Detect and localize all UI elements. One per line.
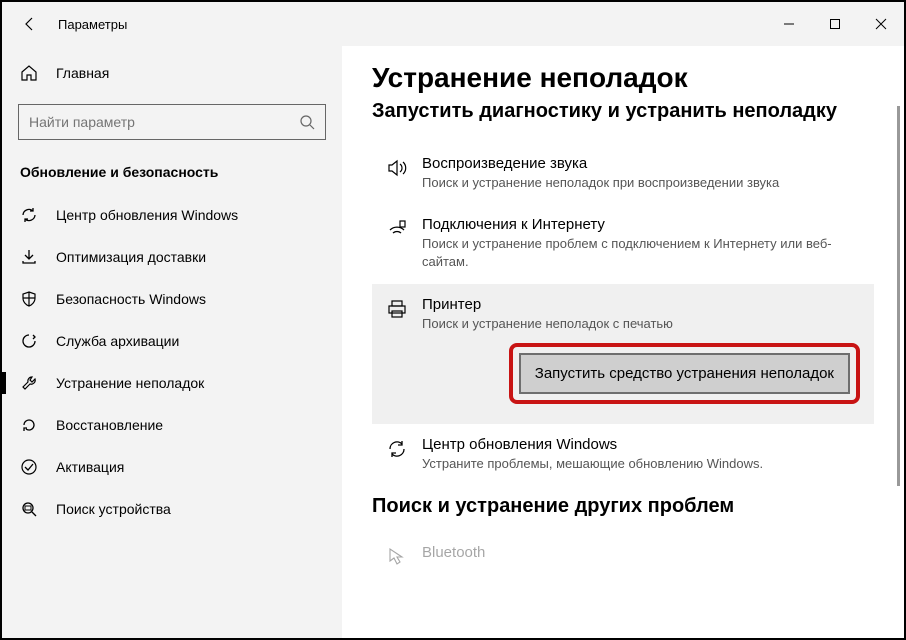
item-desc: Поиск и устранение неполадок с печатью	[422, 315, 864, 333]
nav-label: Оптимизация доставки	[56, 249, 206, 265]
troubleshoot-item-printer-expanded: Запустить средство устранения неполадок	[372, 345, 874, 424]
sync-icon	[382, 436, 412, 473]
page-subtitle: Запустить диагностику и устранить непола…	[372, 100, 874, 123]
maximize-button[interactable]	[812, 2, 858, 46]
item-title: Bluetooth	[422, 544, 864, 561]
recovery-icon	[20, 416, 38, 434]
search-box[interactable]	[18, 104, 326, 140]
sidebar-item-windows-security[interactable]: Безопасность Windows	[2, 278, 342, 320]
item-title: Центр обновления Windows	[422, 436, 864, 453]
item-title: Воспроизведение звука	[422, 155, 864, 172]
nav-label: Восстановление	[56, 417, 163, 433]
run-troubleshooter-button[interactable]: Запустить средство устранения неполадок	[519, 353, 850, 394]
scrollbar[interactable]	[897, 106, 900, 486]
activation-icon	[20, 458, 38, 476]
titlebar: Параметры	[2, 2, 904, 46]
wifi-icon	[382, 216, 412, 271]
find-device-icon	[20, 500, 38, 518]
nav-label: Поиск устройства	[56, 501, 171, 517]
nav-label: Центр обновления Windows	[56, 207, 238, 223]
shield-icon	[20, 290, 38, 308]
sidebar-item-recovery[interactable]: Восстановление	[2, 404, 342, 446]
back-button[interactable]	[10, 2, 50, 46]
search-icon	[299, 114, 315, 130]
item-title: Принтер	[422, 296, 864, 313]
main-pane: Устранение неполадок Запустить диагности…	[342, 46, 904, 638]
item-desc: Поиск и устранение неполадок при воспрои…	[422, 174, 864, 192]
page-title: Устранение неполадок	[372, 62, 874, 94]
troubleshoot-item-internet[interactable]: Подключения к Интернету Поиск и устранен…	[372, 204, 874, 283]
backup-icon	[20, 332, 38, 350]
item-desc: Устраните проблемы, мешающие обновлению …	[422, 455, 864, 473]
wrench-icon	[20, 374, 38, 392]
nav-label: Активация	[56, 459, 124, 475]
cursor-icon	[382, 544, 412, 566]
sidebar: Главная Обновление и безопасность Центр …	[2, 46, 342, 638]
sidebar-item-backup[interactable]: Служба архивации	[2, 320, 342, 362]
minimize-button[interactable]	[766, 2, 812, 46]
item-desc: Поиск и устранение проблем с подключение…	[422, 235, 864, 271]
search-input[interactable]	[29, 114, 299, 130]
sidebar-item-windows-update[interactable]: Центр обновления Windows	[2, 194, 342, 236]
sidebar-item-activation[interactable]: Активация	[2, 446, 342, 488]
home-label: Главная	[56, 65, 109, 81]
troubleshoot-item-printer[interactable]: Принтер Поиск и устранение неполадок с п…	[372, 284, 874, 345]
home-nav[interactable]: Главная	[2, 54, 342, 92]
sync-icon	[20, 206, 38, 224]
run-button-label: Запустить средство устранения неполадок	[535, 365, 834, 382]
item-title: Подключения к Интернету	[422, 216, 864, 233]
nav-label: Служба архивации	[56, 333, 179, 349]
window-title: Параметры	[58, 17, 127, 32]
printer-icon	[382, 296, 412, 333]
nav-label: Безопасность Windows	[56, 291, 206, 307]
sidebar-item-find-device[interactable]: Поиск устройства	[2, 488, 342, 530]
troubleshoot-item-bluetooth[interactable]: Bluetooth	[372, 532, 874, 578]
speaker-icon	[382, 155, 412, 192]
section-header: Поиск и устранение других проблем	[372, 495, 874, 518]
nav-label: Устранение неполадок	[56, 375, 204, 391]
troubleshoot-item-audio[interactable]: Воспроизведение звука Поиск и устранение…	[372, 143, 874, 204]
close-button[interactable]	[858, 2, 904, 46]
sidebar-item-troubleshoot[interactable]: Устранение неполадок	[2, 362, 342, 404]
home-icon	[20, 64, 38, 82]
delivery-icon	[20, 248, 38, 266]
troubleshoot-item-windows-update[interactable]: Центр обновления Windows Устраните пробл…	[372, 424, 874, 485]
category-header: Обновление и безопасность	[2, 158, 342, 194]
sidebar-item-delivery-optimization[interactable]: Оптимизация доставки	[2, 236, 342, 278]
